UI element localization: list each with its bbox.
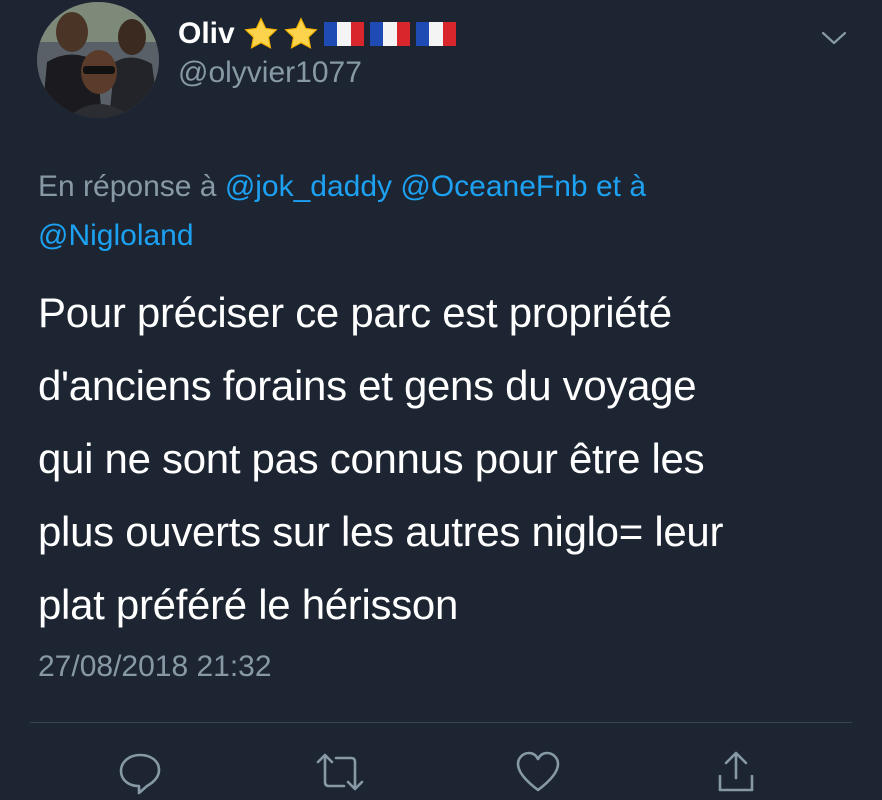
reply-button[interactable]: [116, 748, 164, 796]
mention-link[interactable]: @OceaneFnb: [400, 170, 587, 203]
like-icon: [516, 751, 560, 792]
flag-france-icon: [415, 20, 457, 48]
flag-france-icon: [323, 20, 365, 48]
tweet-timestamp: 27/08/2018 21:32: [38, 650, 272, 683]
flag-france-icon: [369, 20, 411, 48]
reply-icon: [119, 753, 161, 795]
reply-conjunction[interactable]: et à: [596, 170, 646, 203]
reply-context: En réponse à @jok_daddy @OceaneFnb et à …: [38, 162, 838, 260]
like-button[interactable]: [514, 748, 562, 796]
mention-link[interactable]: @jok_daddy: [225, 170, 392, 203]
tweet-text-line: d'anciens forains et gens du voyage: [38, 362, 697, 409]
chevron-down-icon[interactable]: [820, 28, 848, 48]
tweet-text-line: qui ne sont pas connus pour être les: [38, 435, 705, 482]
share-button[interactable]: [712, 748, 760, 796]
tweet-detail: Oliv @olyvier1077 En réponse à @jok_dadd…: [0, 0, 882, 800]
author-name-row[interactable]: Oliv: [178, 14, 461, 54]
star-icon: [243, 16, 279, 52]
reply-prefix: En réponse à: [38, 170, 217, 203]
share-icon: [718, 751, 754, 792]
tweet-text-line: Pour préciser ce parc est propriété: [38, 289, 672, 336]
retweet-button[interactable]: [314, 748, 364, 796]
user-handle[interactable]: @olyvier1077: [178, 56, 362, 90]
action-bar: [0, 748, 882, 800]
tweet-text: Pour préciser ce parc est propriété d'an…: [38, 276, 838, 641]
avatar-image: [37, 2, 159, 118]
star-icon: [283, 16, 319, 52]
retweet-icon: [316, 753, 364, 791]
avatar[interactable]: [37, 2, 159, 118]
mention-link[interactable]: @Nigloland: [38, 219, 194, 252]
divider: [30, 722, 852, 723]
tweet-text-line: plat préféré le hérisson: [38, 581, 459, 628]
display-name[interactable]: Oliv: [178, 17, 235, 51]
tweet-text-line: plus ouverts sur les autres niglo= leur: [38, 508, 724, 555]
